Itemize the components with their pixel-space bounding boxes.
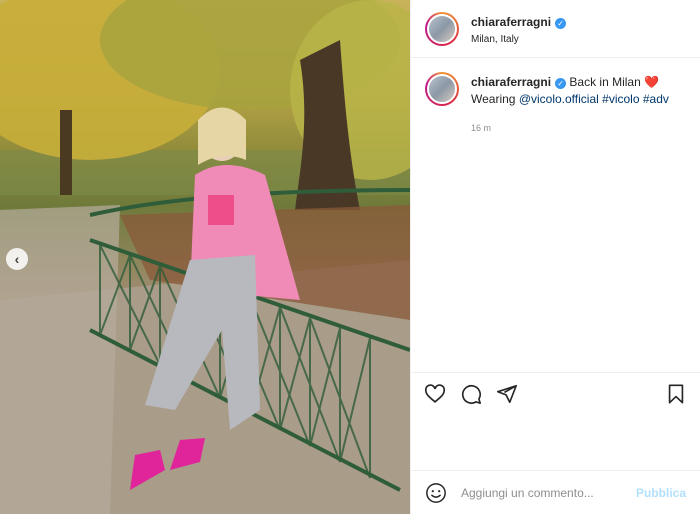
heart-icon bbox=[425, 383, 445, 403]
photo-illustration bbox=[0, 0, 410, 514]
heart-emoji-icon: ❤️ bbox=[644, 75, 660, 89]
paper-plane-icon bbox=[497, 384, 517, 403]
carousel-prev-button[interactable]: ‹ bbox=[6, 248, 28, 270]
caption-body: chiaraferragni ✓ Back in Milan ❤️ Wearing… bbox=[471, 72, 669, 137]
post-header: chiaraferragni ✓ Milan, Italy bbox=[411, 0, 700, 58]
save-button[interactable] bbox=[664, 382, 688, 406]
caption-avatar[interactable] bbox=[427, 74, 457, 104]
verified-badge-icon: ✓ bbox=[555, 17, 567, 29]
mention-link[interactable]: @vicolo.official bbox=[519, 92, 599, 106]
location[interactable]: Milan, Italy bbox=[471, 34, 566, 45]
comment-button[interactable] bbox=[459, 382, 483, 406]
avatar[interactable] bbox=[427, 13, 457, 44]
like-button[interactable] bbox=[423, 382, 447, 406]
comment-box: Pubblica bbox=[411, 470, 700, 514]
post-sidebar: chiaraferragni ✓ Milan, Italy chiaraferra… bbox=[410, 0, 700, 514]
comment-input[interactable] bbox=[461, 485, 636, 500]
post-photo[interactable]: ‹ bbox=[0, 0, 410, 514]
caption: chiaraferragni ✓ Back in Milan ❤️ Wearing… bbox=[411, 58, 700, 137]
instagram-post: ‹ chiaraferragni ✓ Milan, Italy chiarafer… bbox=[0, 0, 700, 514]
verified-badge-icon: ✓ bbox=[555, 78, 567, 89]
bookmark-icon bbox=[668, 383, 684, 404]
caption-text: Back in Milan bbox=[569, 75, 641, 89]
share-button[interactable] bbox=[495, 382, 519, 406]
caption-wearing: Wearing bbox=[471, 92, 516, 106]
story-ring[interactable] bbox=[425, 11, 459, 46]
header-text: chiaraferragni ✓ Milan, Italy bbox=[471, 13, 567, 45]
hashtag-link[interactable]: #adv bbox=[643, 92, 669, 106]
timestamp[interactable]: 16 m bbox=[471, 120, 669, 137]
comment-icon bbox=[461, 384, 481, 404]
hashtag-link[interactable]: #vicolo bbox=[602, 92, 639, 106]
publish-button[interactable]: Pubblica bbox=[636, 486, 686, 500]
caption-username[interactable]: chiaraferragni bbox=[471, 75, 551, 89]
username[interactable]: chiaraferragni bbox=[471, 15, 551, 29]
caption-story-ring[interactable] bbox=[425, 72, 459, 106]
emoji-icon[interactable] bbox=[425, 482, 447, 504]
action-bar bbox=[411, 372, 700, 414]
